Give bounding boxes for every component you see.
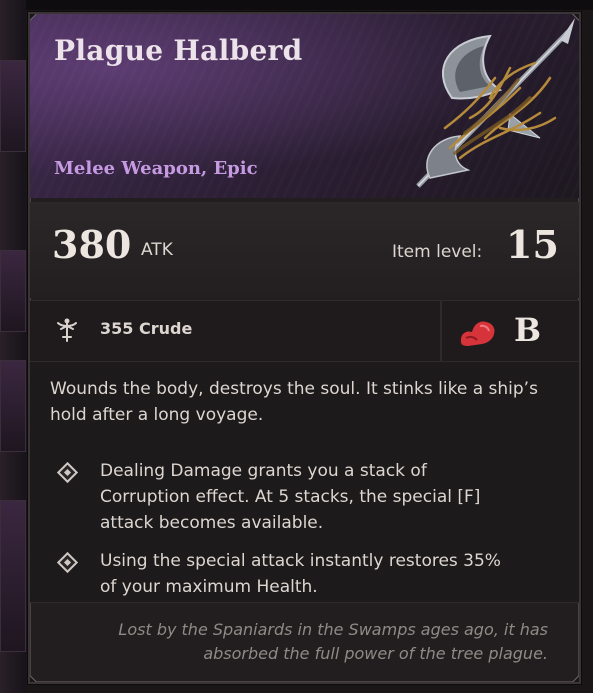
attack-value: 380 bbox=[52, 222, 132, 267]
frame-corner-ornament bbox=[571, 674, 579, 682]
crude-emblem-icon bbox=[57, 318, 77, 342]
requirement-divider bbox=[440, 301, 442, 361]
stats-row: 380 ATK Item level: 15 bbox=[30, 202, 579, 298]
item-name: Plague Halberd bbox=[54, 34, 303, 67]
item-category: Melee Weapon, Epic bbox=[54, 158, 258, 179]
inventory-background-edge bbox=[0, 0, 26, 693]
item-description: Wounds the body, destroys the soul. It s… bbox=[50, 379, 538, 425]
flavor-divider bbox=[30, 602, 579, 603]
inventory-slot[interactable] bbox=[0, 60, 26, 152]
halberd-icon bbox=[416, 18, 575, 188]
tooltip-header: Plague Halberd Melee Weapon, Epic bbox=[30, 14, 579, 198]
inventory-slot[interactable] bbox=[0, 500, 26, 652]
diamond-bullet-icon bbox=[56, 551, 79, 574]
scaling-grade: B bbox=[514, 311, 542, 349]
item-level-label: Item level: bbox=[392, 242, 483, 262]
background-top-strip bbox=[0, 0, 593, 10]
flavor-text: Lost by the Spaniards in the Swamps ages… bbox=[118, 620, 548, 663]
requirement-text: 355 Crude bbox=[100, 319, 193, 338]
frame-corner-ornament bbox=[30, 674, 38, 682]
inventory-slot[interactable] bbox=[0, 250, 26, 332]
strength-arm-icon bbox=[460, 321, 495, 346]
description-block: Wounds the body, destroys the soul. It s… bbox=[30, 362, 579, 602]
diamond-bullet-icon bbox=[56, 461, 79, 484]
item-tooltip: Plague Halberd Melee Weapon, Epic 380 AT… bbox=[28, 12, 581, 684]
inventory-slot[interactable] bbox=[0, 360, 26, 452]
effect-text: Dealing Damage grants you a stack of Cor… bbox=[100, 461, 481, 533]
effect-text: Using the special attack instantly resto… bbox=[100, 551, 501, 597]
requirement-row: 355 Crude B bbox=[30, 300, 579, 362]
attack-unit: ATK bbox=[141, 240, 173, 260]
item-level-value: 15 bbox=[506, 222, 559, 267]
